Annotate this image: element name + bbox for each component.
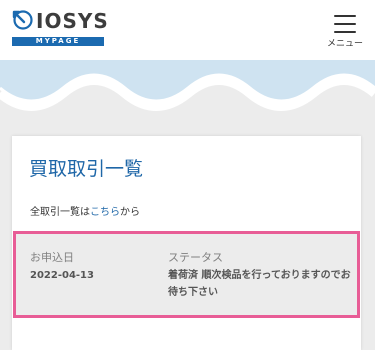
purchase-transactions-card: 買取取引一覧 全取引一覧はこちらから お申込日 ステータス 2022-04-13… <box>12 136 361 350</box>
logo-subtext: MYPAGE <box>12 37 104 46</box>
status-value: 着荷済 順次検品を行っておりますのでお待ち下さい <box>168 270 351 298</box>
application-date-label: お申込日 <box>30 251 74 264</box>
all-transactions-link[interactable]: こちら <box>90 207 120 218</box>
note-suffix: から <box>120 207 140 218</box>
hamburger-menu-icon <box>334 15 356 34</box>
all-transactions-note: 全取引一覧はこちらから <box>30 203 140 218</box>
note-prefix: 全取引一覧は <box>30 207 90 218</box>
application-date-value: 2022-04-13 <box>30 270 94 281</box>
iosys-mypage-logo[interactable]: IOSYS MYPAGE <box>12 9 109 48</box>
logo-text: IOSYS <box>36 9 109 33</box>
status-label: ステータス <box>168 251 223 264</box>
menu-label: メニュー <box>326 39 363 49</box>
menu-button[interactable]: メニュー <box>323 13 367 53</box>
page-title: 買取取引一覧 <box>29 158 144 180</box>
header: IOSYS MYPAGE メニュー <box>0 0 375 60</box>
decorative-wave <box>0 56 375 111</box>
transaction-item[interactable]: お申込日 ステータス 2022-04-13 着荷済 順次検品を行っておりますので… <box>13 231 360 318</box>
logo-mark-icon <box>12 10 33 30</box>
